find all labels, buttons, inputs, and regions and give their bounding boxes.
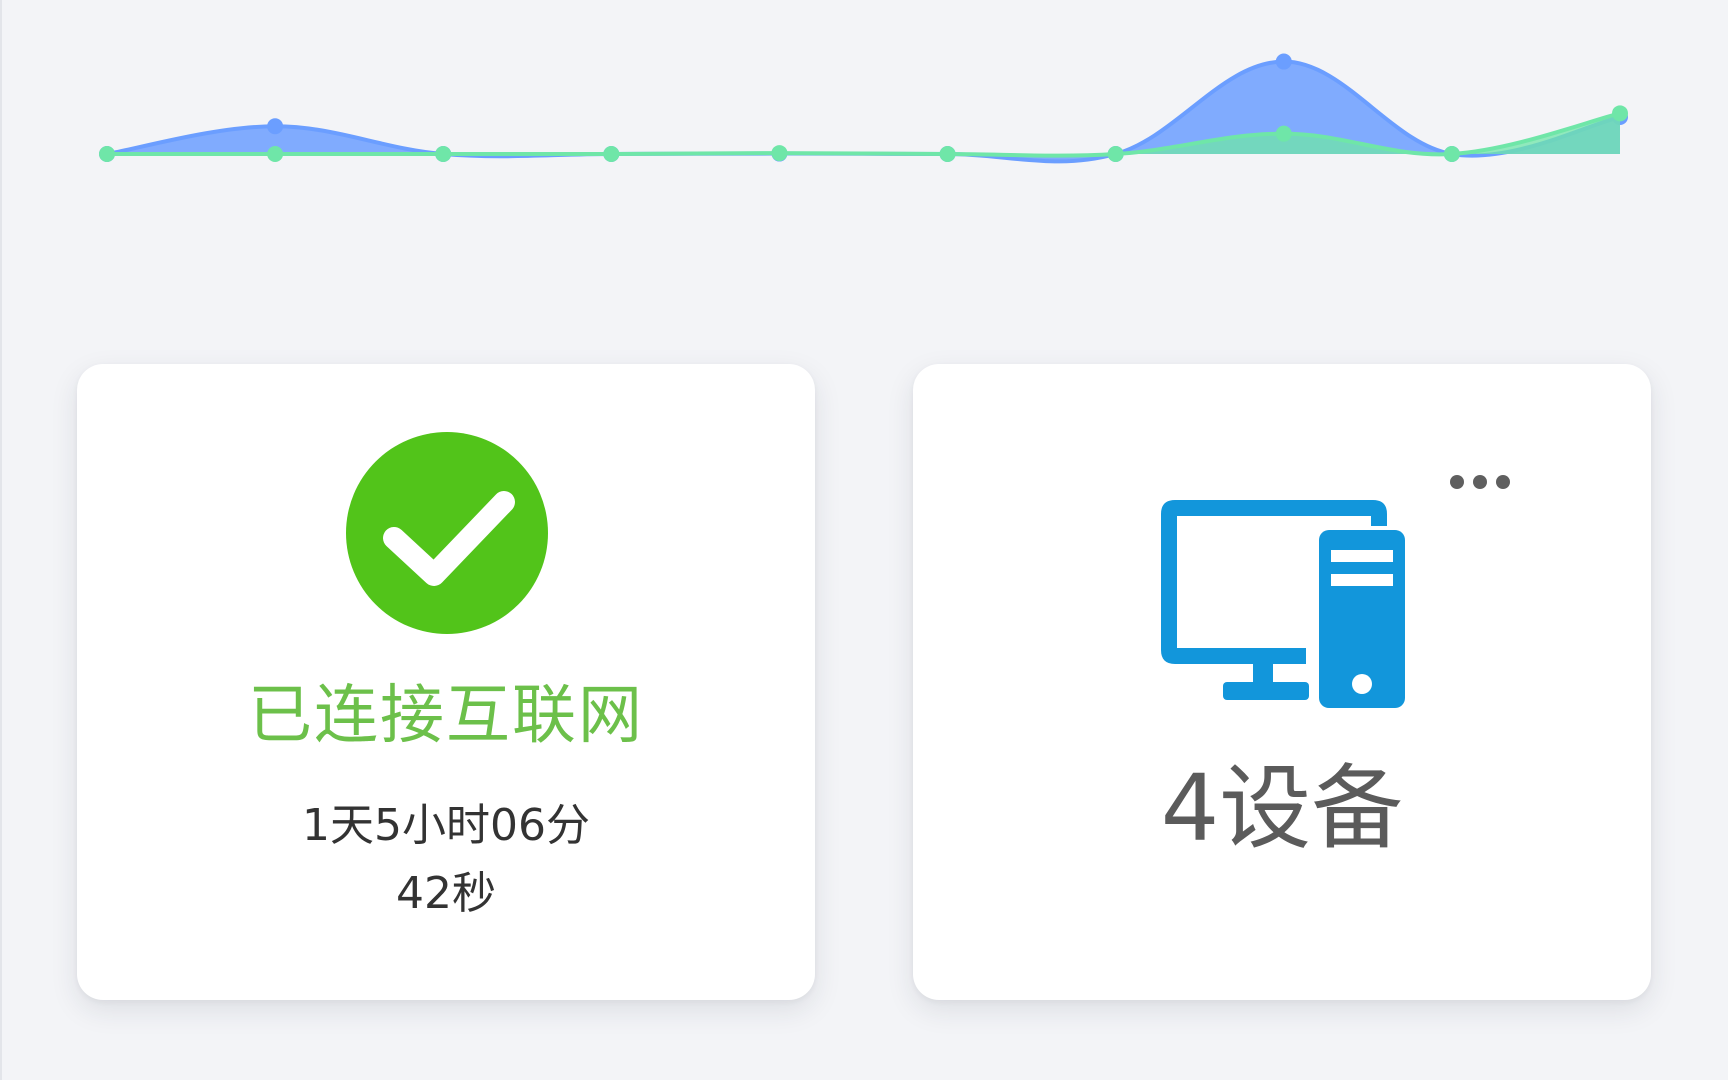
- series-2-point-5: [771, 145, 788, 162]
- series-2-point-4: [603, 146, 620, 162]
- series-1-area: [107, 61, 1620, 162]
- devices-card[interactable]: 4设备: [913, 364, 1651, 1000]
- series-1-point-2: [267, 118, 284, 135]
- more-dot-icon: [1473, 475, 1487, 489]
- check-circle-icon: [346, 432, 548, 634]
- series-2-point-6: [939, 146, 956, 162]
- device-count-label: 4设备: [1160, 755, 1404, 862]
- traffic-chart-svg: [99, 53, 1628, 164]
- internet-status-card[interactable]: 已连接互联网 1天5小时06分42秒: [77, 364, 815, 1000]
- series-2-point-10: [1612, 105, 1628, 122]
- series-2-point-1: [99, 146, 115, 162]
- series-2-point-3: [435, 146, 452, 162]
- series-2-point-9: [1443, 146, 1460, 162]
- series-2-point-7: [1107, 146, 1124, 162]
- series-2-point-8: [1275, 125, 1292, 142]
- traffic-chart: [0, 0, 1728, 260]
- more-dot-icon: [1450, 475, 1464, 489]
- uptime-value: 1天5小时06分42秒: [302, 800, 590, 919]
- page: 已连接互联网 1天5小时06分42秒 4设备: [0, 0, 1728, 1080]
- computer-icon: [1161, 500, 1405, 708]
- series-1-point-8: [1275, 53, 1292, 70]
- series-2-point-2: [267, 146, 284, 162]
- internet-status-label: 已连接互联网: [248, 679, 644, 753]
- more-dot-icon: [1496, 475, 1510, 489]
- more-button[interactable]: [1435, 464, 1525, 500]
